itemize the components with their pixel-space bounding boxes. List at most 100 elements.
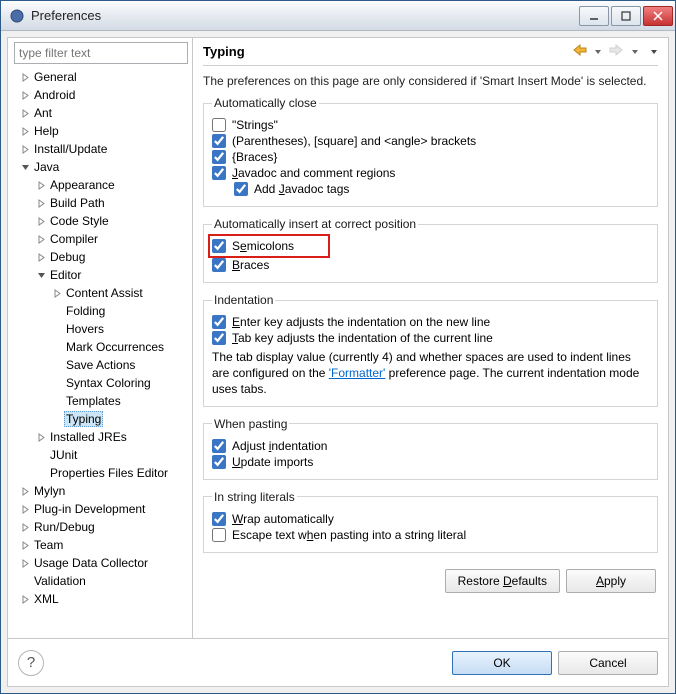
group-string-literals-legend: In string literals (212, 490, 297, 504)
chevron-right-icon[interactable] (18, 73, 32, 82)
tree-item[interactable]: XML (14, 590, 188, 608)
chevron-right-icon[interactable] (18, 541, 32, 550)
tree-item[interactable]: Team (14, 536, 188, 554)
tree-item-label: XML (32, 592, 61, 606)
maximize-button[interactable] (611, 6, 641, 26)
tree-item-label: Usage Data Collector (32, 556, 150, 570)
tree-item-label: Properties Files Editor (48, 466, 170, 480)
tree-item[interactable]: Debug (14, 248, 188, 266)
tree-item[interactable]: General (14, 68, 188, 86)
tree-item[interactable]: Content Assist (14, 284, 188, 302)
chk-update-imports[interactable]: Update imports (212, 455, 649, 469)
tree-item[interactable]: Properties Files Editor (14, 464, 188, 482)
chevron-right-icon[interactable] (34, 199, 48, 208)
chevron-right-icon[interactable] (34, 253, 48, 262)
chevron-right-icon[interactable] (18, 145, 32, 154)
tree-item[interactable]: Hovers (14, 320, 188, 338)
chk-braces-insert[interactable]: Braces (212, 258, 649, 272)
minimize-button[interactable] (579, 6, 609, 26)
tree-item-label: Compiler (48, 232, 100, 246)
chevron-right-icon[interactable] (18, 523, 32, 532)
chk-escape[interactable]: Escape text when pasting into a string l… (212, 528, 649, 542)
cancel-button[interactable]: Cancel (558, 651, 658, 675)
chevron-right-icon[interactable] (18, 127, 32, 136)
tree-item[interactable]: Usage Data Collector (14, 554, 188, 572)
group-auto-insert: Automatically insert at correct position… (203, 217, 658, 283)
tree-item[interactable]: Templates (14, 392, 188, 410)
restore-defaults-button[interactable]: Restore Defaults (445, 569, 560, 593)
chevron-right-icon[interactable] (18, 559, 32, 568)
tree-item[interactable]: Validation (14, 572, 188, 590)
tree-item[interactable]: Build Path (14, 194, 188, 212)
tree-item-label: Build Path (48, 196, 107, 210)
formatter-link[interactable]: 'Formatter' (329, 366, 386, 380)
group-pasting: When pasting Adjust indentation Update i… (203, 417, 658, 480)
chevron-down-icon[interactable] (34, 271, 48, 280)
ok-button[interactable]: OK (452, 651, 552, 675)
tree-item[interactable]: Installed JREs (14, 428, 188, 446)
forward-icon[interactable] (609, 44, 623, 56)
tree-item[interactable]: Code Style (14, 212, 188, 230)
tree-item-label: Plug-in Development (32, 502, 147, 516)
tree-item[interactable]: Appearance (14, 176, 188, 194)
back-icon[interactable] (573, 44, 587, 56)
tree-item[interactable]: Syntax Coloring (14, 374, 188, 392)
chk-add-javadoc-tags[interactable]: Add Javadoc tags (234, 182, 649, 196)
group-auto-insert-legend: Automatically insert at correct position (212, 217, 418, 231)
chevron-right-icon[interactable] (18, 595, 32, 604)
tree-item[interactable]: Folding (14, 302, 188, 320)
chevron-right-icon[interactable] (18, 91, 32, 100)
filter-input[interactable] (14, 42, 188, 64)
chk-adjust-indent[interactable]: Adjust indentation (212, 439, 649, 453)
tree-item[interactable]: Help (14, 122, 188, 140)
tree-item[interactable]: Ant (14, 104, 188, 122)
chk-enter-indent[interactable]: Enter key adjusts the indentation on the… (212, 315, 649, 329)
tree-item[interactable]: Install/Update (14, 140, 188, 158)
tree-item[interactable]: Editor (14, 266, 188, 284)
back-menu-icon[interactable] (594, 48, 602, 56)
group-indentation: Indentation Enter key adjusts the indent… (203, 293, 658, 407)
tree-item-label: Content Assist (64, 286, 145, 300)
chk-tab-indent[interactable]: Tab key adjusts the indentation of the c… (212, 331, 649, 345)
chk-javadoc[interactable]: Javadoc and comment regions (212, 166, 649, 180)
chevron-right-icon[interactable] (18, 109, 32, 118)
group-auto-close-legend: Automatically close (212, 96, 319, 110)
page-description: The preferences on this page are only co… (203, 74, 658, 88)
tree-item[interactable]: Typing (14, 410, 188, 428)
chk-strings[interactable]: "Strings" (212, 118, 649, 132)
tree-item-label: Validation (32, 574, 88, 588)
tree-item-label: Install/Update (32, 142, 109, 156)
tree-item[interactable]: Compiler (14, 230, 188, 248)
chevron-down-icon[interactable] (18, 163, 32, 172)
chk-braces-close[interactable]: {Braces} (212, 150, 649, 164)
tree-item-label: JUnit (48, 448, 79, 462)
tree-item[interactable]: Plug-in Development (14, 500, 188, 518)
chevron-right-icon[interactable] (34, 181, 48, 190)
group-string-literals: In string literals Wrap automatically Es… (203, 490, 658, 553)
chevron-right-icon[interactable] (34, 235, 48, 244)
tree-item[interactable]: Android (14, 86, 188, 104)
view-menu-icon[interactable] (650, 48, 658, 56)
chk-semicolons[interactable]: Semicolons (212, 239, 294, 253)
tree-item[interactable]: Mark Occurrences (14, 338, 188, 356)
help-button[interactable]: ? (18, 650, 44, 676)
forward-menu-icon[interactable] (631, 48, 639, 56)
tree-item[interactable]: Mylyn (14, 482, 188, 500)
chevron-right-icon[interactable] (18, 505, 32, 514)
chevron-right-icon[interactable] (34, 433, 48, 442)
chevron-right-icon[interactable] (34, 217, 48, 226)
tree-item[interactable]: Run/Debug (14, 518, 188, 536)
chk-parentheses[interactable]: (Parentheses), [square] and <angle> brac… (212, 134, 649, 148)
tree-item-label: Editor (48, 268, 83, 282)
tree-item[interactable]: Java (14, 158, 188, 176)
chevron-right-icon[interactable] (50, 289, 64, 298)
tree-item[interactable]: Save Actions (14, 356, 188, 374)
chevron-right-icon[interactable] (18, 487, 32, 496)
close-button[interactable] (643, 6, 673, 26)
apply-button[interactable]: Apply (566, 569, 656, 593)
preferences-tree[interactable]: GeneralAndroidAntHelp Install/Update JavaA… (14, 68, 188, 634)
tree-item-label: Hovers (64, 322, 106, 336)
tree-item[interactable]: JUnit (14, 446, 188, 464)
titlebar[interactable]: Preferences (1, 1, 675, 31)
chk-wrap[interactable]: Wrap automatically (212, 512, 649, 526)
